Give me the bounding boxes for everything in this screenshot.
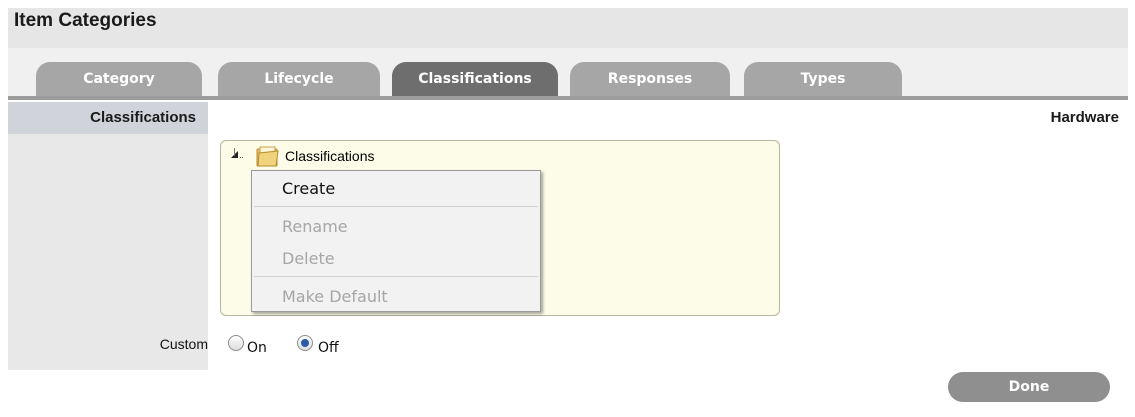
tab-category[interactable]: Category (36, 62, 202, 96)
done-button[interactable]: Done (948, 372, 1110, 402)
tree-expand-icon[interactable] (229, 146, 245, 162)
label-column (8, 102, 208, 370)
menu-item-rename: Rename (282, 217, 348, 236)
custom-off-radio[interactable] (297, 335, 313, 351)
custom-on-label[interactable]: On (247, 340, 267, 356)
menu-separator (254, 276, 538, 277)
custom-label: Custom (159, 336, 208, 352)
context-menu: Create Rename Delete Make Default (251, 170, 541, 312)
custom-off-label[interactable]: Off (318, 340, 339, 356)
section-label: Classifications (90, 109, 196, 126)
tab-underline (8, 96, 1128, 100)
menu-item-create[interactable]: Create (252, 174, 540, 204)
tab-lifecycle[interactable]: Lifecycle (218, 62, 380, 96)
tab-classifications[interactable]: Classifications (392, 62, 558, 96)
menu-separator (254, 206, 538, 207)
tree-root-label[interactable]: Classifications (285, 148, 374, 164)
folder-icon (256, 146, 280, 168)
menu-item-delete: Delete (282, 249, 335, 268)
tab-responses[interactable]: Responses (570, 62, 730, 96)
tab-types[interactable]: Types (744, 62, 902, 96)
category-name-label: Hardware (1050, 109, 1119, 126)
menu-item-make-default: Make Default (282, 287, 388, 306)
custom-on-radio[interactable] (228, 335, 244, 351)
header-bar (8, 8, 1128, 48)
page-title: Item Categories (14, 10, 157, 31)
